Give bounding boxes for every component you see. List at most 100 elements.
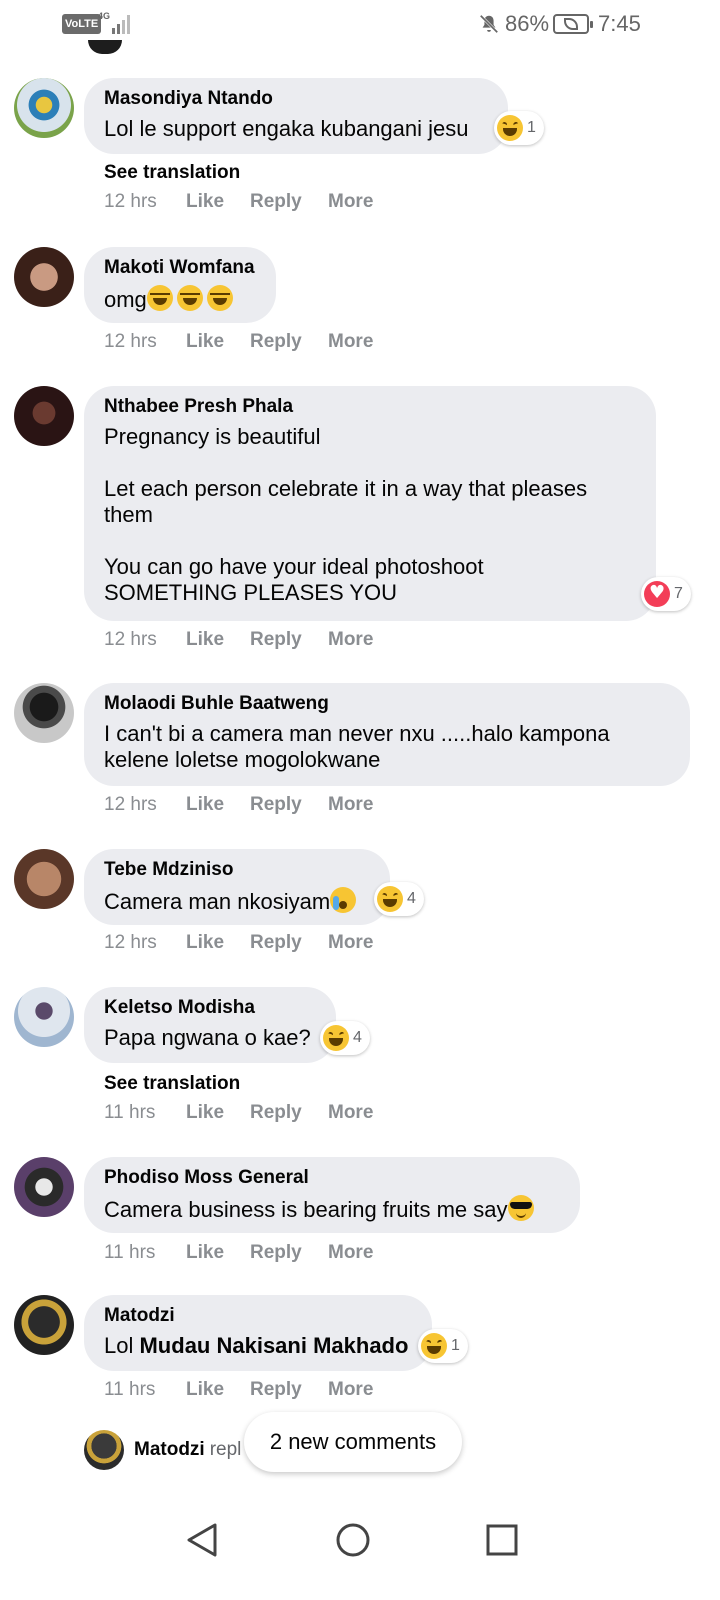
like-button[interactable]: Like	[186, 794, 250, 816]
comment-actions: 12 hrs Like Reply More	[104, 629, 373, 651]
comment-author[interactable]: Makoti Womfana	[104, 257, 256, 279]
haha-icon	[421, 1333, 447, 1359]
recents-icon	[486, 1524, 518, 1556]
reaction-badge[interactable]: 4	[374, 882, 424, 916]
rolling-laughing-emoji	[206, 285, 233, 311]
reply-text: repl	[209, 1439, 242, 1460]
like-button[interactable]: Like	[186, 191, 250, 213]
comment-text-content: Camera business is bearing fruits me say	[104, 1197, 508, 1222]
more-button[interactable]: More	[328, 932, 373, 954]
reply-button[interactable]: Reply	[250, 1102, 328, 1124]
crying-emoji	[330, 887, 357, 913]
reaction-badge[interactable]: 4	[320, 1021, 370, 1055]
comment-text: Lol Mudau Nakisani Makhado	[104, 1333, 412, 1359]
reply-button[interactable]: Reply	[250, 794, 328, 816]
more-button[interactable]: More	[328, 794, 373, 816]
avatar[interactable]	[14, 1295, 74, 1355]
home-icon	[336, 1523, 370, 1557]
reply-author[interactable]: Matodzi	[134, 1439, 205, 1461]
more-button[interactable]: More	[328, 629, 373, 651]
back-icon	[187, 1523, 217, 1557]
more-button[interactable]: More	[328, 1379, 373, 1401]
reply-button[interactable]: Reply	[250, 629, 328, 651]
avatar[interactable]	[14, 1157, 74, 1217]
comment-time[interactable]: 11 hrs	[104, 1379, 186, 1401]
more-button[interactable]: More	[328, 1242, 373, 1264]
comment-bubble[interactable]: Keletso Modisha Papa ngwana o kae?	[84, 987, 336, 1063]
comment-author[interactable]: Molaodi Buhle Baatweng	[104, 693, 670, 715]
avatar[interactable]	[14, 78, 74, 138]
reply-button[interactable]: Reply	[250, 1379, 328, 1401]
comment-text-content: omg	[104, 287, 147, 312]
more-button[interactable]: More	[328, 191, 373, 213]
comment-bubble[interactable]: Makoti Womfana omg	[84, 247, 276, 323]
haha-icon	[377, 886, 403, 912]
like-button[interactable]: Like	[186, 1102, 250, 1124]
reaction-badge[interactable]: 1	[494, 111, 544, 145]
reply-button[interactable]: Reply	[250, 932, 328, 954]
comment-author[interactable]: Masondiya Ntando	[104, 88, 488, 110]
like-button[interactable]: Like	[186, 1379, 250, 1401]
reaction-badge[interactable]: 7	[641, 577, 691, 611]
new-comments-button[interactable]: 2 new comments	[244, 1412, 462, 1472]
reaction-count: 1	[451, 1337, 460, 1354]
comment-bubble[interactable]: Molaodi Buhle Baatweng I can't bi a came…	[84, 683, 690, 786]
avatar[interactable]	[88, 40, 122, 54]
comment-actions: 11 hrs Like Reply More	[104, 1242, 373, 1264]
love-icon	[644, 581, 670, 607]
comment-text: Camera business is bearing fruits me say	[104, 1195, 560, 1223]
reply-button[interactable]: Reply	[250, 331, 328, 353]
comment-time[interactable]: 12 hrs	[104, 629, 186, 651]
more-button[interactable]: More	[328, 331, 373, 353]
comment-author[interactable]: Tebe Mdziniso	[104, 859, 370, 881]
comment-time[interactable]: 12 hrs	[104, 932, 186, 954]
avatar[interactable]	[14, 683, 74, 743]
see-translation-link[interactable]: See translation	[104, 162, 240, 184]
avatar[interactable]	[84, 1430, 124, 1470]
comment-actions: 12 hrs Like Reply More	[104, 932, 373, 954]
comment-author[interactable]: Matodzi	[104, 1305, 412, 1327]
comment-bubble[interactable]: Tebe Mdziniso Camera man nkosiyam	[84, 849, 390, 925]
reaction-count: 4	[353, 1029, 362, 1046]
reply-preview[interactable]: Matodzi repl	[84, 1430, 241, 1470]
rolling-laughing-emoji	[176, 285, 203, 311]
volte-indicator: VoLTE	[62, 14, 102, 34]
comment-author[interactable]: Nthabee Presh Phala	[104, 396, 636, 418]
recents-button[interactable]	[472, 1510, 532, 1570]
comment-bubble[interactable]: Masondiya Ntando Lol le support engaka k…	[84, 78, 508, 154]
reply-button[interactable]: Reply	[250, 191, 328, 213]
avatar[interactable]	[14, 849, 74, 909]
system-nav-bar	[0, 1490, 720, 1600]
comment-time[interactable]: 11 hrs	[104, 1242, 186, 1264]
reaction-badge[interactable]: 1	[418, 1329, 468, 1363]
comment-time[interactable]: 12 hrs	[104, 191, 186, 213]
reaction-count: 7	[674, 585, 683, 602]
comment-text: Pregnancy is beautiful Let each person c…	[104, 424, 588, 605]
like-button[interactable]: Like	[186, 629, 250, 651]
comment-bubble[interactable]: Phodiso Moss General Camera business is …	[84, 1157, 580, 1233]
avatar[interactable]	[14, 247, 74, 307]
comment-time[interactable]: 11 hrs	[104, 1102, 186, 1124]
avatar[interactable]	[14, 386, 74, 446]
mention-link[interactable]: Mudau Nakisani Makhado	[139, 1333, 408, 1358]
comment-bubble[interactable]: Matodzi Lol Mudau Nakisani Makhado	[84, 1295, 432, 1371]
battery-saver-icon	[553, 14, 593, 34]
avatar[interactable]	[14, 987, 74, 1047]
comment-bubble[interactable]: Nthabee Presh Phala Pregnancy is beautif…	[84, 386, 656, 621]
haha-icon	[323, 1025, 349, 1051]
like-button[interactable]: Like	[186, 331, 250, 353]
network-type: 4G	[98, 11, 111, 21]
clock: 7:45	[598, 11, 641, 36]
back-button[interactable]	[172, 1510, 232, 1570]
more-button[interactable]: More	[328, 1102, 373, 1124]
like-button[interactable]: Like	[186, 1242, 250, 1264]
comment-author[interactable]: Keletso Modisha	[104, 997, 316, 1019]
comment-time[interactable]: 12 hrs	[104, 331, 186, 353]
like-button[interactable]: Like	[186, 932, 250, 954]
rolling-laughing-emoji	[146, 285, 173, 311]
comment-time[interactable]: 12 hrs	[104, 794, 186, 816]
see-translation-link[interactable]: See translation	[104, 1073, 240, 1095]
comment-author[interactable]: Phodiso Moss General	[104, 1167, 560, 1189]
home-button[interactable]	[323, 1510, 383, 1570]
reply-button[interactable]: Reply	[250, 1242, 328, 1264]
